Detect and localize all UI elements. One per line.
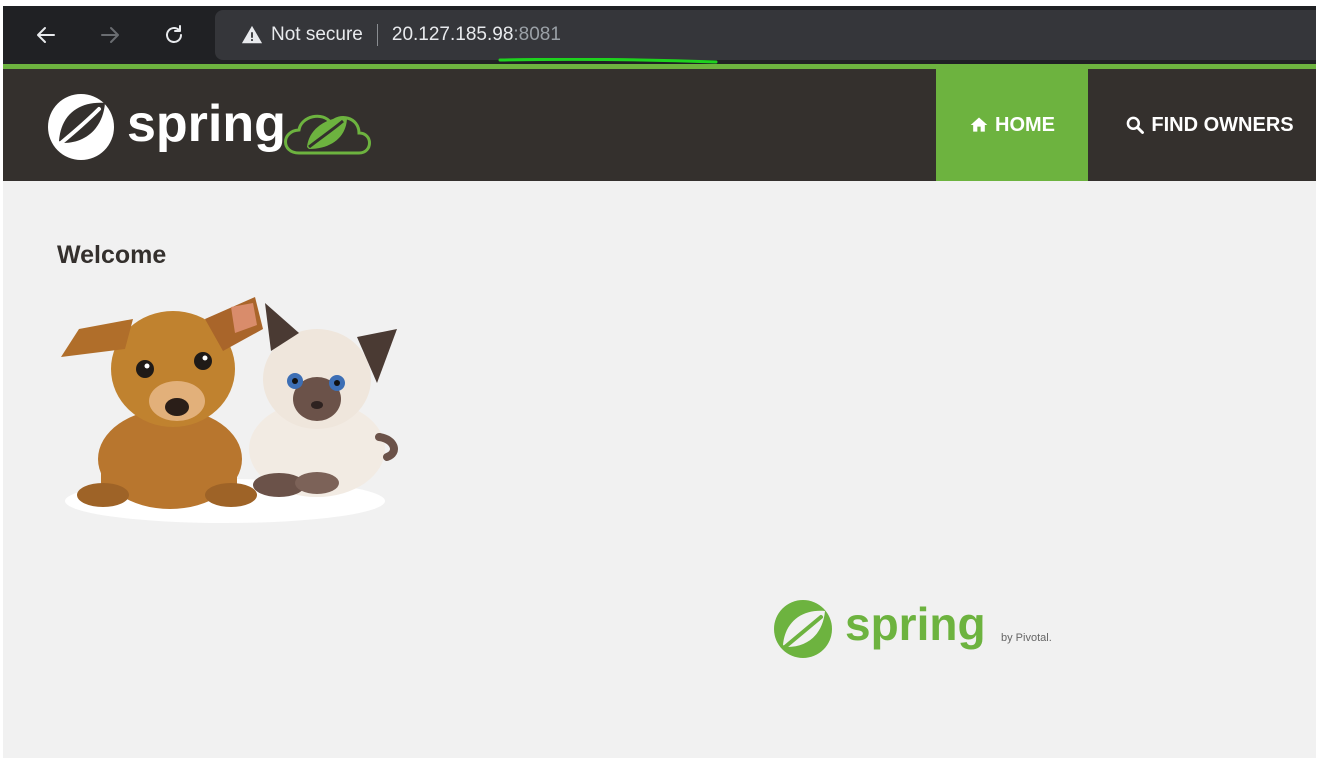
app-navbar: spring HOME FIND OWNERS [3,69,1316,181]
spring-logo[interactable]: spring [47,83,392,169]
main-content: Welcome spring by Pivotal. [3,181,1316,758]
brand-wordmark: spring [127,95,286,153]
back-button[interactable] [31,20,61,50]
address-bar[interactable]: Not secure 20.127.185.98 :8081 [215,10,1316,60]
reload-button[interactable] [159,20,189,50]
browser-toolbar: Not secure 20.127.185.98 :8081 [3,6,1316,64]
address-separator [376,24,378,46]
page-title: Welcome [57,241,167,269]
search-icon [1127,116,1145,134]
pets-image [61,297,398,523]
forward-arrow-icon [101,27,119,43]
window-edge [1316,0,1325,758]
nav-home-label: HOME [995,113,1055,136]
url-host: 20.127.185.98 [391,24,514,45]
back-arrow-icon [37,27,55,43]
security-status[interactable]: Not secure [271,24,363,46]
spring-by-pivotal-logo: spring by Pivotal. [774,598,1052,658]
home-icon [970,117,988,132]
nav-find-owners-label: FIND OWNERS [1151,113,1294,136]
reload-icon [166,25,182,43]
forward-button[interactable] [95,20,125,50]
footer-wordmark: spring [845,598,986,650]
url-port: :8081 [513,24,561,45]
nav-find-owners[interactable]: FIND OWNERS [1103,69,1316,181]
nav-home[interactable]: HOME [936,69,1088,181]
footer-byline: by Pivotal. [1001,632,1052,644]
warning-icon [241,25,263,44]
